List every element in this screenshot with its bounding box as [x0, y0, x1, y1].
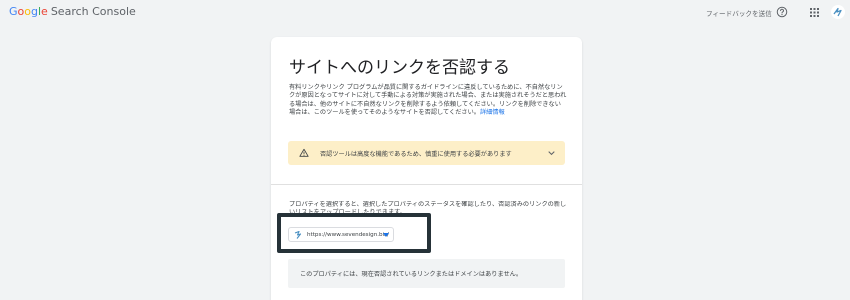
learn-more-link[interactable]: 詳細情報: [480, 109, 505, 116]
property-selector-highlight: https://www.sevendesign.biz/: [277, 213, 431, 253]
logo-letter: o: [24, 5, 31, 18]
product-name: Search Console: [50, 5, 136, 18]
dropdown-triangle-icon: [383, 233, 389, 237]
logo-letter: e: [41, 5, 48, 18]
warning-triangle-icon: [299, 148, 309, 157]
logo-letter: G: [9, 5, 18, 18]
top-app-bar: Google Search Console フィードバックを送信: [0, 0, 850, 24]
chevron-down-icon[interactable]: [548, 150, 555, 156]
empty-state-text: このプロパティには、現在否認されているリンクまたはドメインはありません。: [300, 271, 523, 278]
logo-letter: g: [31, 5, 38, 18]
apps-grid-icon[interactable]: [810, 8, 819, 17]
page-description: 有料リンクやリンク プログラムが品質に関するガイドラインに違反しているために、不…: [289, 84, 567, 118]
description-text: 有料リンクやリンク プログラムが品質に関するガイドラインに違反しているために、不…: [289, 84, 567, 117]
send-feedback-link[interactable]: フィードバックを送信: [706, 8, 772, 18]
property-selector[interactable]: https://www.sevendesign.biz/: [288, 227, 394, 242]
advanced-feature-warning[interactable]: 否認ツールは高度な機能であるため、慎重に使用する必要があります: [288, 141, 565, 165]
selected-property-url: https://www.sevendesign.biz/: [307, 231, 389, 238]
site-favicon-icon: [294, 231, 302, 239]
disavowed-links-empty-state: このプロパティには、現在否認されているリンクまたはドメインはありません。: [288, 259, 565, 288]
page-title: サイトへのリンクを否認する: [289, 58, 510, 78]
google-search-console-logo[interactable]: Google Search Console: [9, 5, 136, 18]
account-avatar-icon[interactable]: [831, 5, 845, 19]
help-circle-icon[interactable]: [776, 6, 788, 18]
section-divider: [271, 184, 582, 185]
warning-text: 否認ツールは高度な機能であるため、慎重に使用する必要があります: [320, 151, 512, 158]
